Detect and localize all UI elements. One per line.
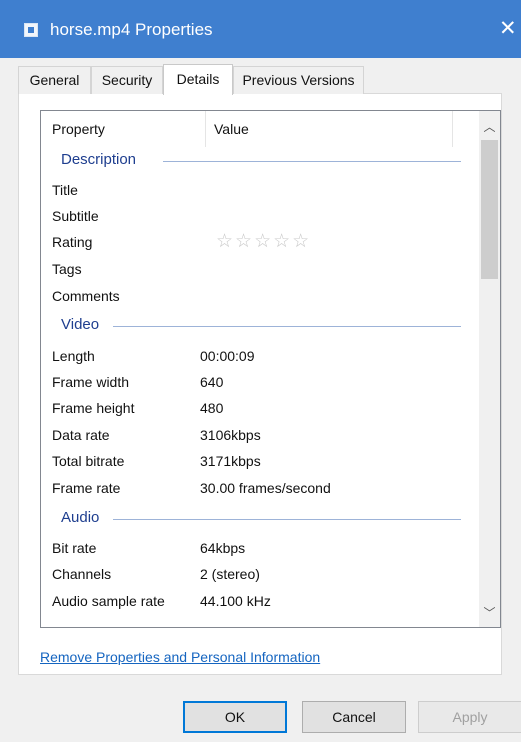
properties-list[interactable]: Property Value Description Title Subtitl…: [40, 110, 501, 628]
group-divider: [113, 519, 461, 520]
close-button[interactable]: ✕: [499, 12, 521, 46]
property-data-rate-value: 3106kbps: [200, 427, 261, 443]
tab-previous-versions[interactable]: Previous Versions: [233, 66, 364, 94]
property-frame-rate-value: 30.00 frames/second: [200, 480, 331, 496]
property-data-rate-label: Data rate: [52, 427, 110, 443]
property-comments-label: Comments: [52, 288, 120, 304]
property-column-header[interactable]: Property: [52, 111, 105, 147]
property-bit-rate-value: 64kbps: [200, 540, 246, 556]
property-frame-height-label: Frame height: [52, 400, 135, 416]
column-divider[interactable]: [452, 111, 453, 147]
property-title-label: Title: [52, 182, 78, 198]
property-channels-label: Channels: [52, 566, 112, 582]
value-column-header[interactable]: Value: [214, 111, 249, 147]
property-channels-value: 2 (stereo): [200, 566, 260, 582]
property-frame-width-label: Frame width: [52, 374, 130, 390]
group-audio-title: Audio: [61, 509, 100, 526]
property-frame-rate-label: Frame rate: [52, 480, 121, 496]
ok-button[interactable]: OK: [183, 701, 287, 733]
property-audio-sample-rate-label: Audio sample rate: [52, 593, 165, 609]
column-divider[interactable]: [205, 111, 206, 147]
group-divider: [113, 326, 461, 327]
apply-button[interactable]: Apply: [418, 701, 521, 733]
video-file-icon: [24, 23, 38, 37]
property-total-bitrate-value: 3171kbps: [200, 453, 261, 469]
scroll-up-arrow-icon[interactable]: ︿: [479, 115, 500, 139]
cancel-button[interactable]: Cancel: [302, 701, 406, 733]
remove-properties-link[interactable]: Remove Properties and Personal Informati…: [40, 649, 320, 665]
property-length-value: 00:00:09: [200, 348, 255, 364]
scroll-down-arrow-icon[interactable]: ﹀: [479, 601, 500, 625]
property-audio-sample-rate-value: 44.100 kHz: [200, 593, 271, 609]
window-title: horse.mp4 Properties: [50, 20, 213, 39]
vertical-scrollbar[interactable]: ︿ ﹀: [479, 111, 500, 627]
title-bar: horse.mp4 Properties ✕: [0, 0, 521, 58]
rating-stars[interactable]: ☆☆☆☆☆: [216, 230, 311, 253]
group-description-title: Description: [61, 151, 137, 168]
property-frame-width-value: 640: [200, 374, 224, 390]
scrollbar-thumb[interactable]: [481, 140, 498, 279]
list-header: Property Value: [41, 111, 480, 147]
property-length-label: Length: [52, 348, 95, 364]
tab-details[interactable]: Details: [163, 64, 233, 95]
property-frame-height-value: 480: [200, 400, 224, 416]
group-video-title: Video: [61, 316, 100, 333]
group-divider: [163, 161, 461, 162]
tab-general[interactable]: General: [18, 66, 91, 94]
property-total-bitrate-label: Total bitrate: [52, 453, 125, 469]
property-tags-label: Tags: [52, 261, 82, 277]
property-bit-rate-label: Bit rate: [52, 540, 97, 556]
property-subtitle-label: Subtitle: [52, 208, 99, 224]
property-rating-label: Rating: [52, 234, 93, 250]
tab-security[interactable]: Security: [91, 66, 163, 94]
